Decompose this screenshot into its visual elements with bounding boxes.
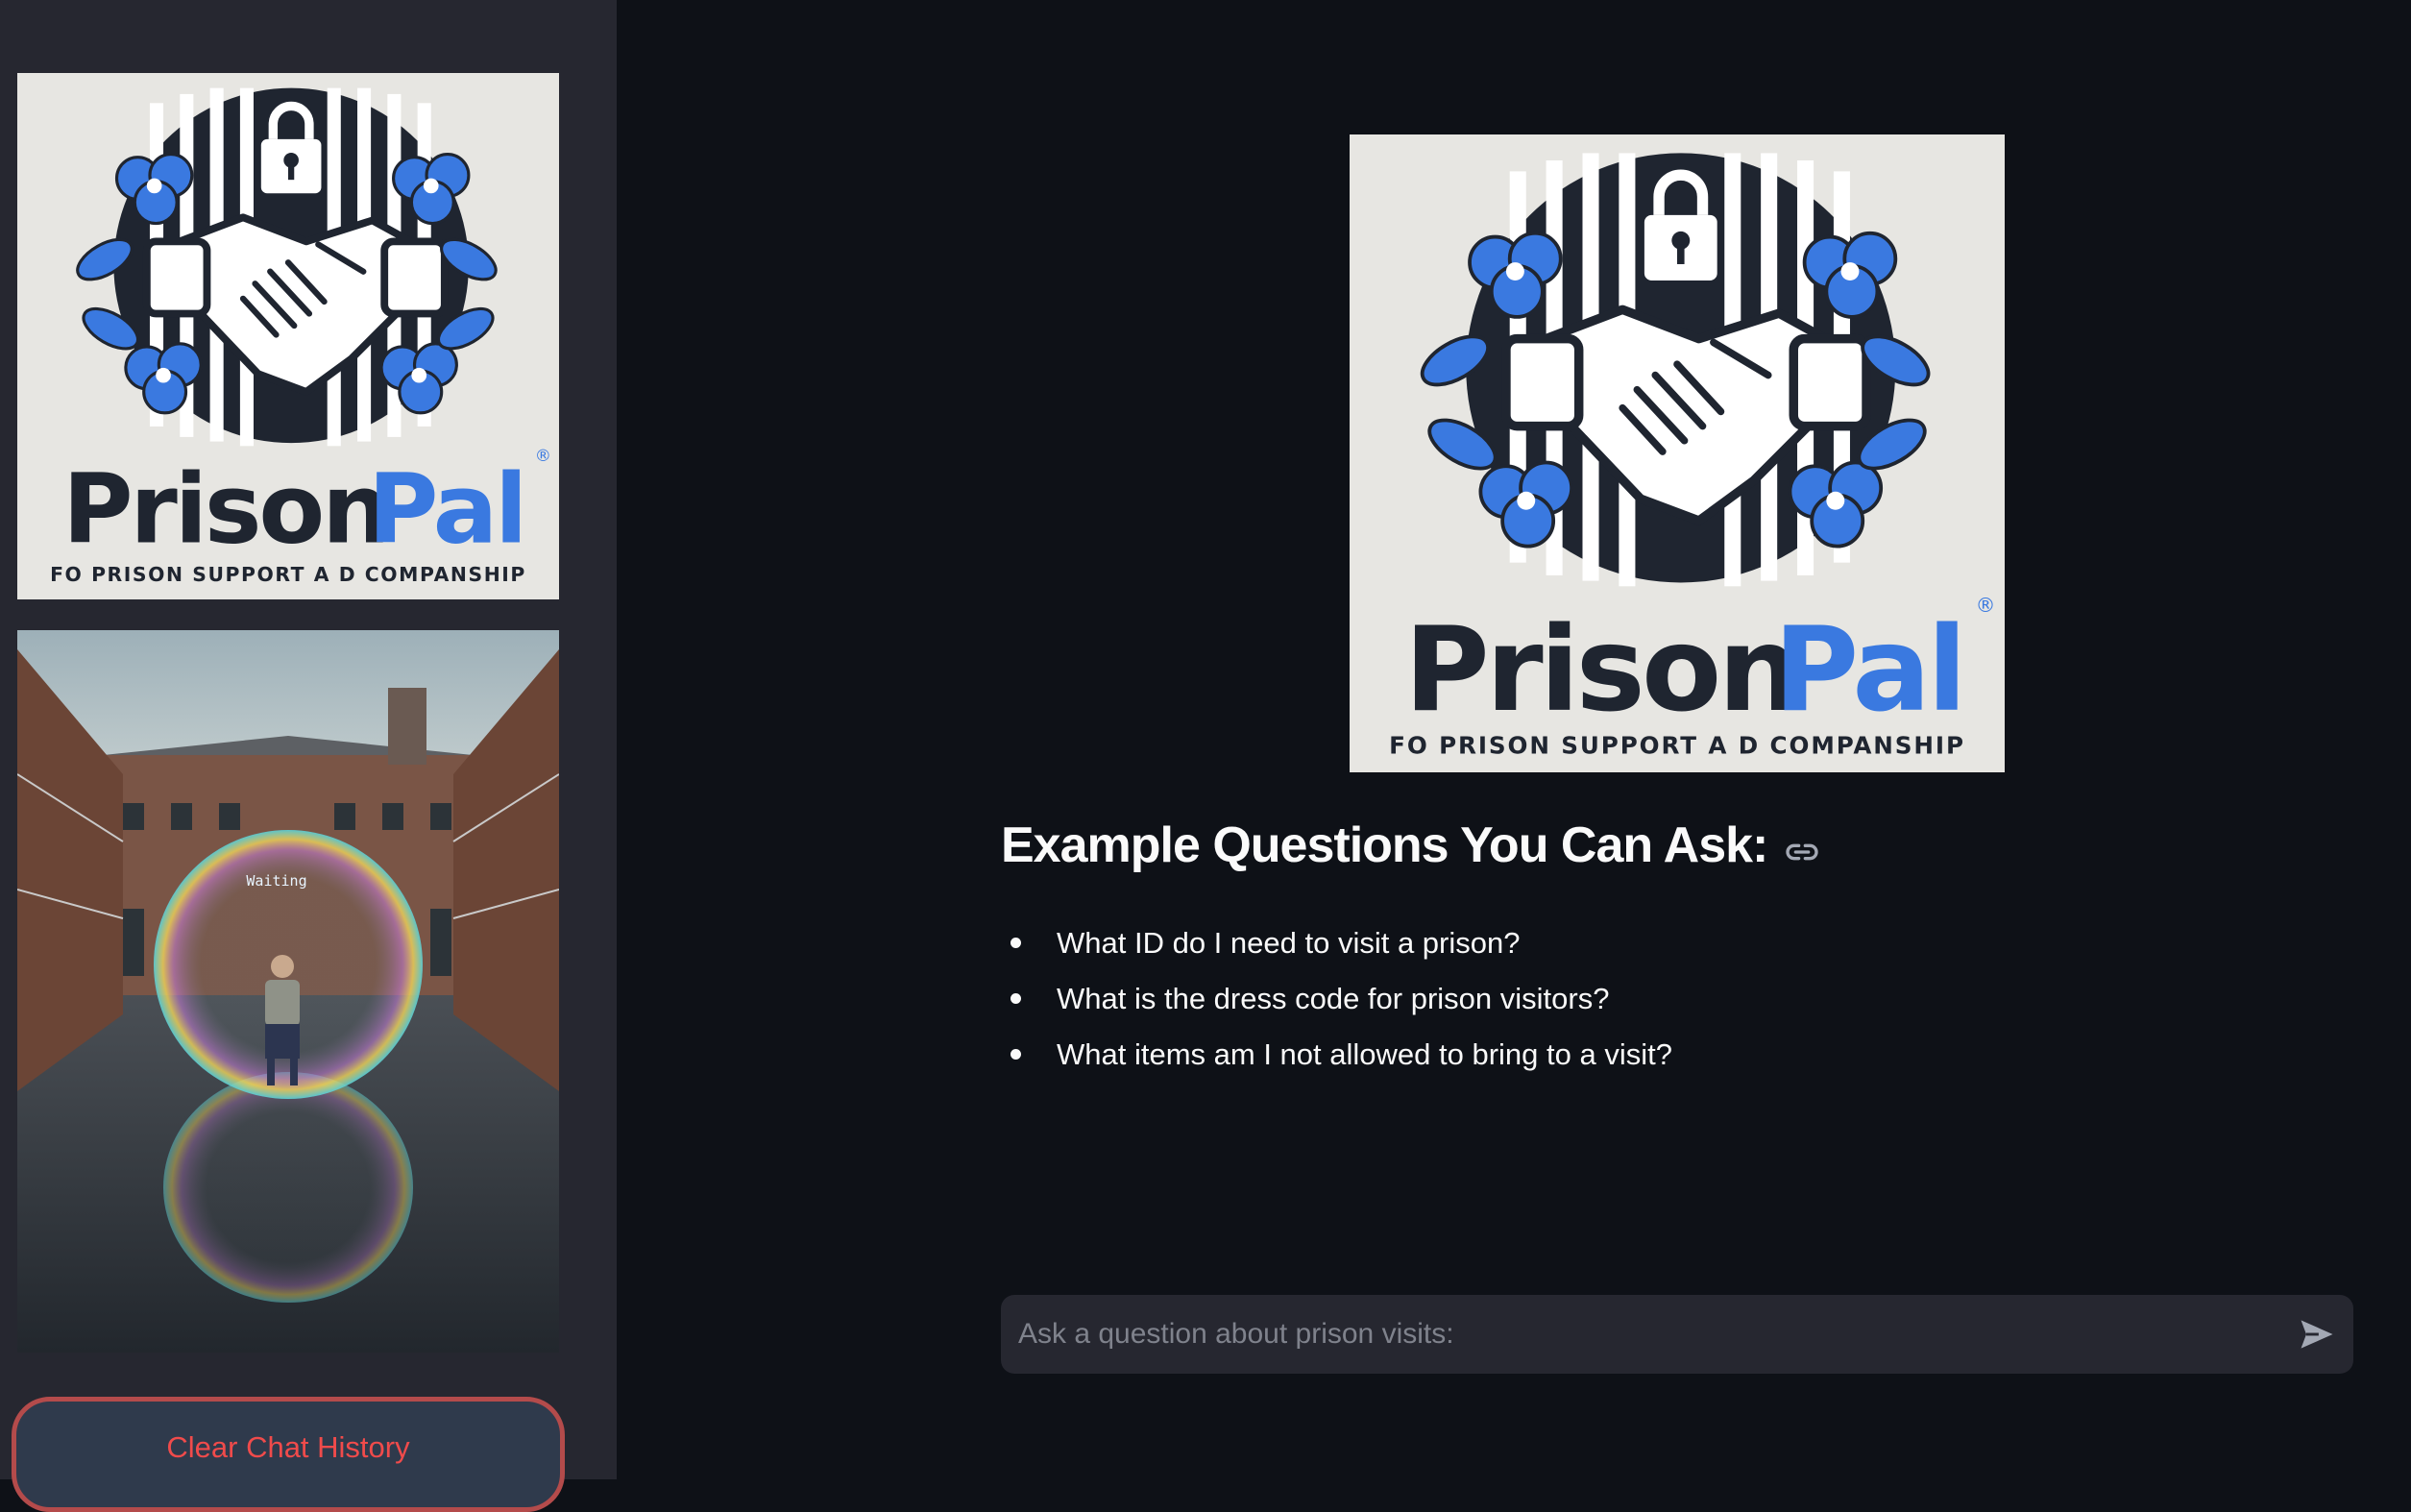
- waiting-bubble-photo: Waiting: [17, 630, 559, 1353]
- bullet-icon: [1011, 1049, 1021, 1060]
- list-item: What ID do I need to visit a prison?: [1001, 920, 1672, 976]
- chat-input-container: [1001, 1295, 2353, 1374]
- clear-chat-history-button[interactable]: Clear Chat History: [12, 1397, 565, 1512]
- question-text: What ID do I need to visit a prison?: [1057, 926, 1521, 960]
- logo-tagline: FO PRISON SUPPORT A D COMPANSHIP: [1389, 732, 1965, 760]
- question-text: What items am I not allowed to bring to …: [1057, 1037, 1672, 1071]
- sidebar-logo-image: Prison Pal ® FO PRISON SUPPORT A D COMPA…: [17, 73, 559, 599]
- main-logo-image: Prison Pal ® FO PRISON SUPPORT A D COMPA…: [1350, 134, 2005, 772]
- list-item: What is the dress code for prison visito…: [1001, 976, 1672, 1032]
- registered-mark: ®: [1976, 594, 1996, 617]
- logo-word-prison: Prison: [1404, 601, 1797, 738]
- sidebar: Prison Pal ® FO PRISON SUPPORT A D COMPA…: [0, 0, 617, 1512]
- example-questions-heading: Example Questions You Can Ask:: [1001, 817, 1821, 874]
- logo-word-pal: Pal: [1773, 601, 1963, 738]
- bullet-icon: [1011, 993, 1021, 1004]
- heading-text: Example Questions You Can Ask:: [1001, 817, 1768, 873]
- logo-tagline: FO PRISON SUPPORT A D COMPANSHIP: [50, 563, 526, 586]
- link-icon[interactable]: [1783, 826, 1821, 865]
- logo-word-pal: Pal: [368, 453, 524, 566]
- logo-word-prison: Prison: [62, 453, 387, 566]
- example-questions-list: What ID do I need to visit a prison? Wha…: [1001, 920, 1672, 1087]
- send-icon[interactable]: [2296, 1313, 2338, 1355]
- question-text: What is the dress code for prison visito…: [1057, 982, 1610, 1015]
- chat-input[interactable]: [1001, 1295, 2250, 1374]
- bullet-icon: [1011, 938, 1021, 948]
- bubble-label: Waiting: [246, 872, 306, 890]
- registered-mark: ®: [535, 447, 551, 466]
- list-item: What items am I not allowed to bring to …: [1001, 1032, 1672, 1087]
- clear-chat-history-label: Clear Chat History: [166, 1430, 410, 1464]
